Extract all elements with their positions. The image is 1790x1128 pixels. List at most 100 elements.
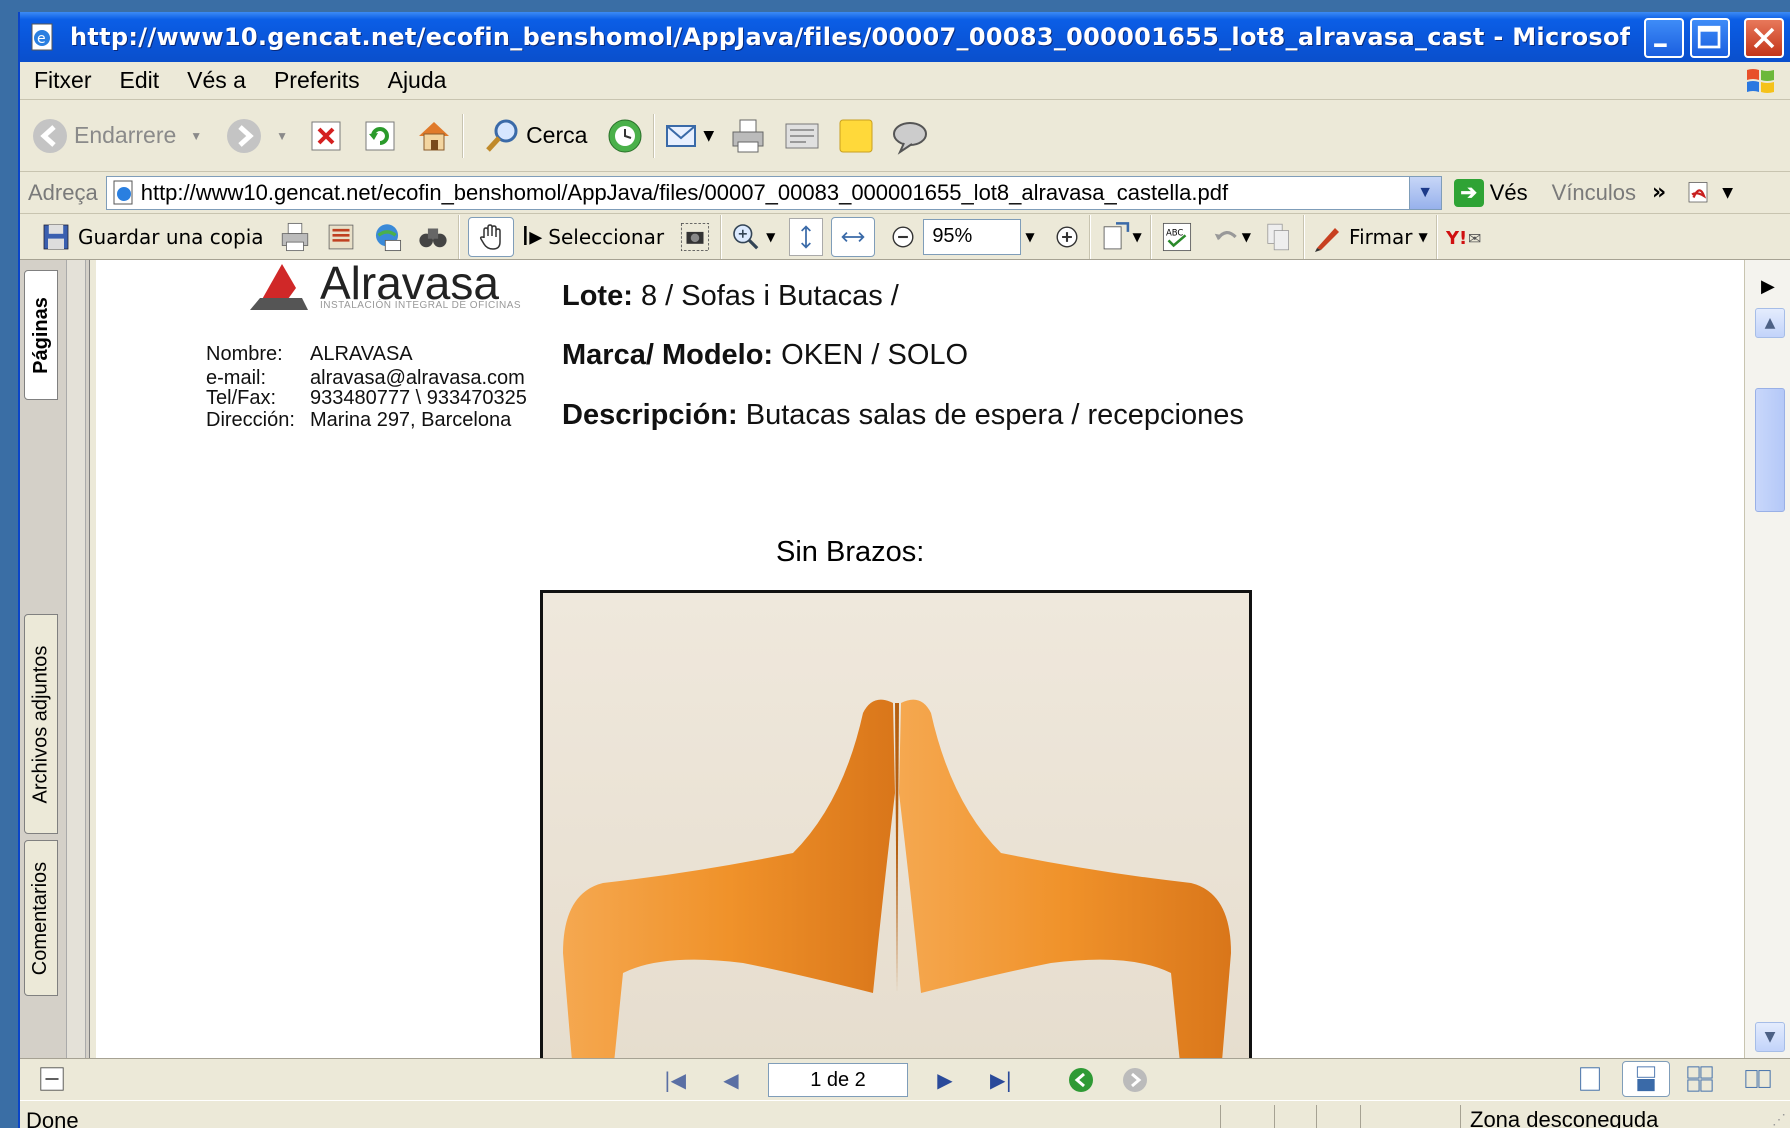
stop-icon[interactable] — [306, 116, 346, 156]
status-divider — [1220, 1105, 1221, 1128]
copy-icon[interactable] — [1263, 221, 1295, 253]
svg-text:✉: ✉ — [1468, 229, 1481, 248]
panel-expand-icon[interactable]: ▶ — [1761, 276, 1775, 297]
single-page-icon[interactable] — [1576, 1065, 1604, 1093]
edit-icon[interactable] — [782, 116, 822, 156]
acrobat-icon[interactable] — [1686, 178, 1716, 208]
save-copy-button[interactable]: Guardar una copia — [40, 221, 264, 253]
fit-page-icon — [801, 224, 812, 249]
back-button[interactable]: Endarrere ▼ — [30, 116, 202, 156]
menu-item-help[interactable]: Ajuda — [374, 67, 461, 94]
panel-divider[interactable] — [66, 260, 86, 1058]
status-text: Done — [26, 1107, 79, 1128]
zoom-input[interactable]: 95% — [923, 218, 1022, 255]
acrobat-toolbar: Guardar una copia I▸ Seleccionar ▼ 95% ▼ — [20, 214, 1790, 260]
menu-item-goto[interactable]: Vés a — [173, 67, 260, 94]
fit-page-button[interactable] — [789, 217, 824, 256]
note-icon[interactable] — [836, 116, 876, 156]
scroll-down-button[interactable]: ▼ — [1755, 1022, 1785, 1052]
email-globe-icon[interactable] — [370, 220, 404, 254]
snapshot-camera-icon[interactable] — [678, 220, 712, 254]
links-label[interactable]: Vínculos — [1552, 180, 1636, 206]
tab-attachments[interactable]: Archivos adjuntos — [24, 614, 58, 834]
tab-pages[interactable]: Páginas — [24, 270, 58, 400]
page-number-input[interactable]: 1 de 2 — [768, 1063, 908, 1097]
last-page-button[interactable]: ▶| — [986, 1065, 1016, 1095]
marca-line: Marca/ Modelo: OKEN / SOLO — [562, 339, 968, 372]
save-icon — [43, 224, 69, 249]
continuous-page-button[interactable] — [1622, 1061, 1670, 1097]
undo-icon[interactable] — [1210, 221, 1242, 253]
go-arrow-icon: ➔ — [1453, 178, 1484, 207]
previous-page-button[interactable]: ◀ — [716, 1065, 746, 1095]
page-rotate-icon[interactable] — [1099, 220, 1133, 254]
status-bar: Done Zona desconeguda ⋰ — [20, 1100, 1790, 1128]
hand-tool-button[interactable] — [467, 216, 514, 257]
contact-key: Dirección: — [206, 409, 295, 431]
sign-button[interactable]: Firmar ▼ — [1313, 222, 1428, 252]
sign-dropdown-icon: ▼ — [1418, 229, 1428, 244]
search-button[interactable]: Cerca — [482, 116, 587, 156]
yahoo-icon[interactable]: Y! ✉ — [1446, 225, 1496, 249]
contact-row: Nombre: ALRAVASA — [206, 344, 527, 364]
mail-icon[interactable] — [663, 116, 703, 156]
find-binoculars-icon[interactable] — [416, 220, 450, 254]
go-button[interactable]: ➔ Vés — [1453, 178, 1528, 207]
resize-grip-icon[interactable]: ⋰ — [1772, 1111, 1786, 1128]
forward-button[interactable]: ▼ — [224, 116, 288, 156]
fit-width-button[interactable] — [831, 216, 876, 257]
select-tool-button[interactable]: I▸ Seleccionar — [522, 222, 665, 252]
descripcion-line: Descripción: Butacas salas de espera / r… — [562, 399, 1244, 432]
contact-block: Nombre: ALRAVASA e-mail: alravasa@alrava… — [206, 344, 527, 430]
continuous-facing-icon[interactable] — [1744, 1065, 1772, 1093]
zoom-plus-icon[interactable] — [1053, 223, 1081, 251]
next-page-button[interactable]: ▶ — [930, 1065, 960, 1095]
history-icon[interactable] — [605, 116, 645, 156]
scroll-up-button[interactable]: ▲ — [1755, 308, 1785, 338]
first-page-button[interactable]: |◀ — [660, 1065, 690, 1095]
forward-arrow-icon — [227, 118, 262, 153]
zoom-dropdown-icon[interactable]: ▼ — [1025, 230, 1034, 244]
svg-text:Y!: Y! — [1446, 228, 1467, 249]
status-divider — [1460, 1105, 1461, 1128]
back-dropdown-icon[interactable]: ▼ — [190, 129, 202, 143]
home-icon[interactable] — [414, 116, 454, 156]
browser-window: e http://www10.gencat.net/ecofin_benshom… — [18, 12, 1790, 1128]
vertical-scrollbar[interactable]: ▶ ▲ ▼ — [1744, 260, 1790, 1058]
zoom-out-icon[interactable] — [889, 223, 917, 251]
maximize-button[interactable] — [1690, 18, 1730, 58]
mail-dropdown-icon[interactable]: ▼ — [703, 128, 714, 144]
undo-dropdown-icon[interactable]: ▼ — [1242, 230, 1251, 244]
forward-dropdown-icon[interactable]: ▼ — [276, 129, 288, 143]
menu-item-favorites[interactable]: Preferits — [260, 67, 374, 94]
section-subheading: Sin Brazos: — [776, 536, 925, 568]
facing-pages-icon[interactable] — [1686, 1065, 1714, 1093]
menu-item-edit[interactable]: Edit — [106, 67, 174, 94]
zoom-in-icon[interactable] — [730, 221, 762, 253]
lote-line: Lote: 8 / Sofas i Butacas / — [562, 280, 899, 313]
tab-comments[interactable]: Comentarios — [24, 840, 58, 996]
organizer-icon[interactable] — [324, 220, 358, 254]
address-dropdown-icon[interactable]: ▼ — [1408, 176, 1441, 209]
zoom-tool-dropdown-icon[interactable]: ▼ — [766, 230, 775, 244]
back-arrow-icon — [33, 118, 67, 153]
print-icon[interactable] — [728, 116, 768, 156]
chevron-right-icon[interactable]: » — [1652, 180, 1666, 205]
close-button[interactable] — [1744, 18, 1784, 58]
previous-view-icon[interactable] — [1066, 1065, 1096, 1095]
next-view-icon[interactable] — [1120, 1065, 1150, 1095]
pdf-document-view[interactable]: Alravasa INSTALACIÓN INTEGRAL DE OFICINA… — [90, 260, 1744, 1058]
minimize-button[interactable] — [1644, 18, 1684, 58]
refresh-icon[interactable] — [360, 116, 400, 156]
page-options-icon[interactable] — [38, 1065, 66, 1093]
menu-item-file[interactable]: Fitxer — [20, 67, 106, 94]
acrobat-dropdown-icon[interactable]: ▼ — [1722, 185, 1733, 201]
address-input[interactable]: http://www10.gencat.net/ecofin_benshomol… — [105, 175, 1442, 210]
spellcheck-icon[interactable]: ABC — [1160, 220, 1194, 254]
scroll-thumb[interactable] — [1755, 388, 1785, 512]
armchair-image — [563, 699, 1231, 1058]
page-rotate-dropdown-icon[interactable]: ▼ — [1133, 230, 1142, 244]
print-icon[interactable] — [278, 220, 312, 254]
messenger-icon[interactable] — [890, 116, 930, 156]
lote-value: 8 / Sofas i Butacas / — [640, 280, 899, 312]
